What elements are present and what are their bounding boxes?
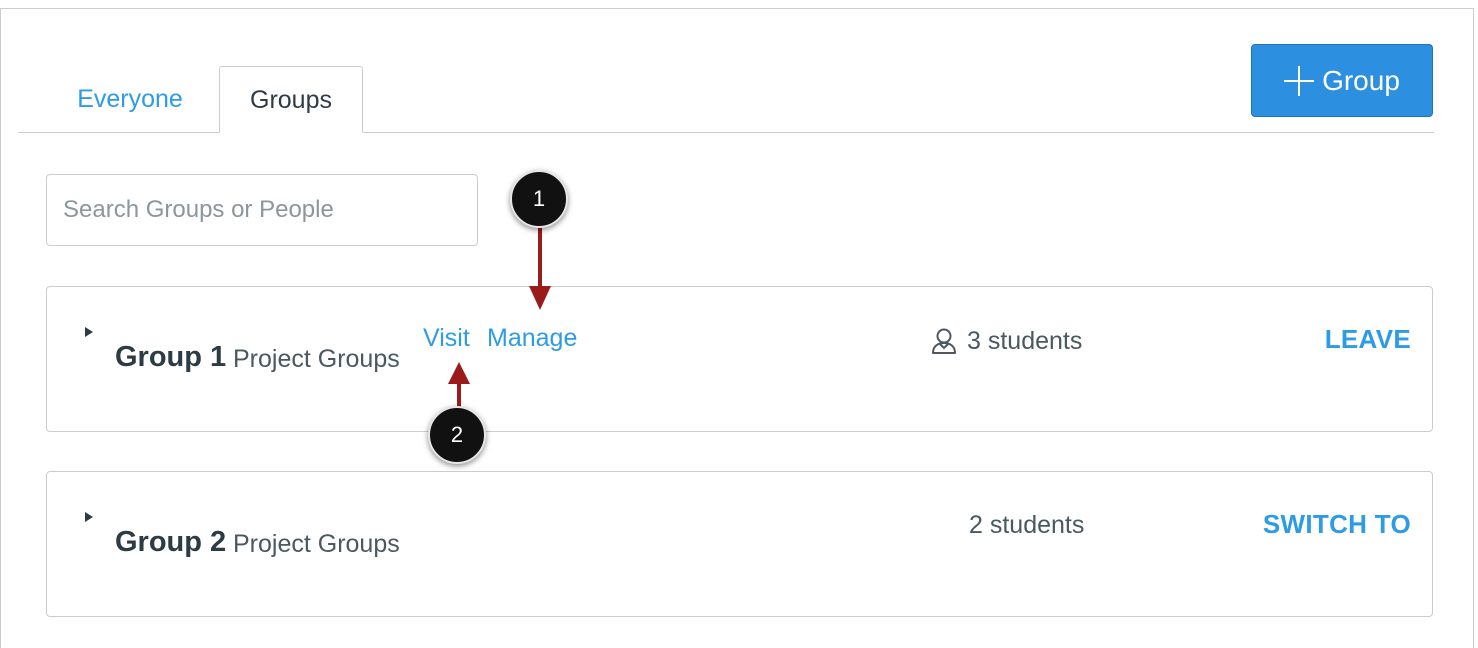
add-group-button[interactable]: Group bbox=[1251, 44, 1433, 117]
tab-groups[interactable]: Groups bbox=[219, 66, 363, 133]
tab-everyone[interactable]: Everyone bbox=[54, 66, 206, 133]
add-group-label: Group bbox=[1322, 64, 1400, 96]
student-count: 2 students bbox=[969, 511, 1084, 540]
group-category: Project Groups bbox=[233, 530, 400, 558]
student-count: 3 students bbox=[929, 326, 1082, 356]
search-input[interactable] bbox=[46, 174, 478, 246]
annotation-arrow-up bbox=[448, 362, 470, 410]
group-card: Group 2 Project Groups 2 students SWITCH… bbox=[46, 471, 1433, 617]
group-card: Group 1 Project Groups Visit Manage 3 st… bbox=[46, 286, 1433, 432]
group-name: Group 2 bbox=[115, 526, 227, 558]
plus-icon bbox=[1284, 65, 1315, 96]
group-category: Project Groups bbox=[233, 345, 400, 373]
student-count-label: 3 students bbox=[967, 326, 1083, 355]
expand-caret-icon[interactable] bbox=[85, 327, 93, 337]
student-count-label: 2 students bbox=[969, 511, 1085, 539]
leave-button[interactable]: LEAVE bbox=[1325, 324, 1411, 355]
callout-marker: 1 bbox=[510, 170, 568, 228]
visit-link[interactable]: Visit bbox=[423, 324, 470, 353]
manage-link[interactable]: Manage bbox=[487, 324, 577, 353]
switch-to-button[interactable]: SWITCH TO bbox=[1263, 509, 1411, 540]
group-name: Group 1 bbox=[115, 341, 227, 373]
person-icon bbox=[932, 328, 956, 354]
callout-marker: 2 bbox=[428, 406, 486, 464]
annotation-arrow-down bbox=[529, 226, 551, 310]
expand-caret-icon[interactable] bbox=[85, 512, 93, 522]
